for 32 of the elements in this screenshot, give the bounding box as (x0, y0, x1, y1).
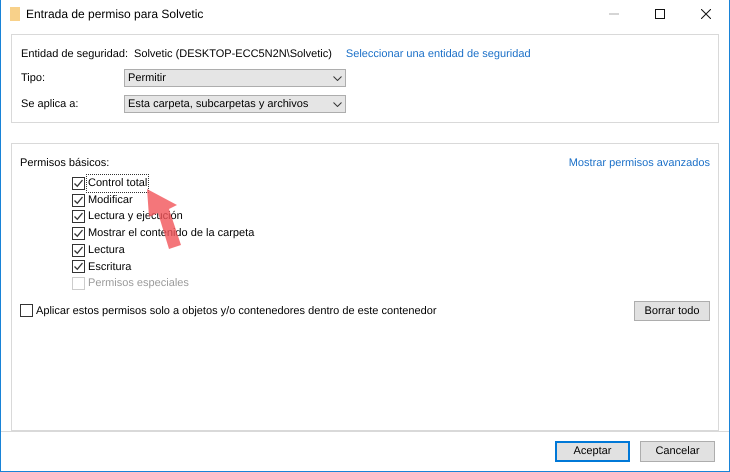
checkbox[interactable] (72, 260, 85, 274)
chevron-icon (333, 76, 342, 80)
close-icon (701, 9, 711, 19)
maximize-icon (655, 9, 665, 19)
checkbox[interactable] (72, 194, 85, 207)
checkbox-label: Permisos especiales (87, 276, 190, 292)
checkbox-label: Lectura (87, 242, 126, 258)
dialog-button[interactable]: Aceptar (555, 441, 630, 462)
principal-value: Solvetic (DESKTOP-ECC5N2N\Solvetic) (134, 46, 332, 62)
checkbox[interactable] (72, 226, 85, 240)
checkbox-label: Escritura (87, 260, 132, 275)
principal-label: Entidad de seguridad: (21, 46, 128, 62)
field-label: Se aplica a: (21, 96, 80, 112)
advanced-permissions-link[interactable]: Mostrar permisos avanzados (568, 154, 710, 172)
window-title: Entrada de permiso para Solvetic (26, 6, 204, 23)
checkbox-label: Aplicar estos permisos solo a objetos y/o contenedores dentro de este contenedor (36, 304, 437, 319)
clear-all-button[interactable]: Borrar todo (634, 300, 710, 321)
checkbox-label: Lectura y ejecución (87, 209, 184, 224)
checkbox[interactable] (72, 210, 85, 224)
section-title: Permisos básicos: (20, 156, 110, 171)
dialog-button[interactable]: Cancelar (640, 441, 715, 462)
field-label: Tipo: (21, 70, 46, 86)
checkbox[interactable] (72, 176, 85, 190)
checkbox-label: Mostrar el contenido de la carpeta (87, 226, 256, 242)
select-principal-link[interactable]: Seleccionar una entidad de seguridad (346, 46, 531, 62)
dropdown[interactable]: Esta carpeta, subcarpetas y archivos (124, 95, 346, 113)
checkbox-label: Modificar (87, 192, 134, 208)
folder-icon (10, 7, 20, 21)
dropdown[interactable]: Permitir (124, 69, 346, 87)
checkbox[interactable] (20, 304, 33, 318)
checkbox[interactable] (72, 244, 85, 257)
chevron-icon (333, 102, 342, 106)
